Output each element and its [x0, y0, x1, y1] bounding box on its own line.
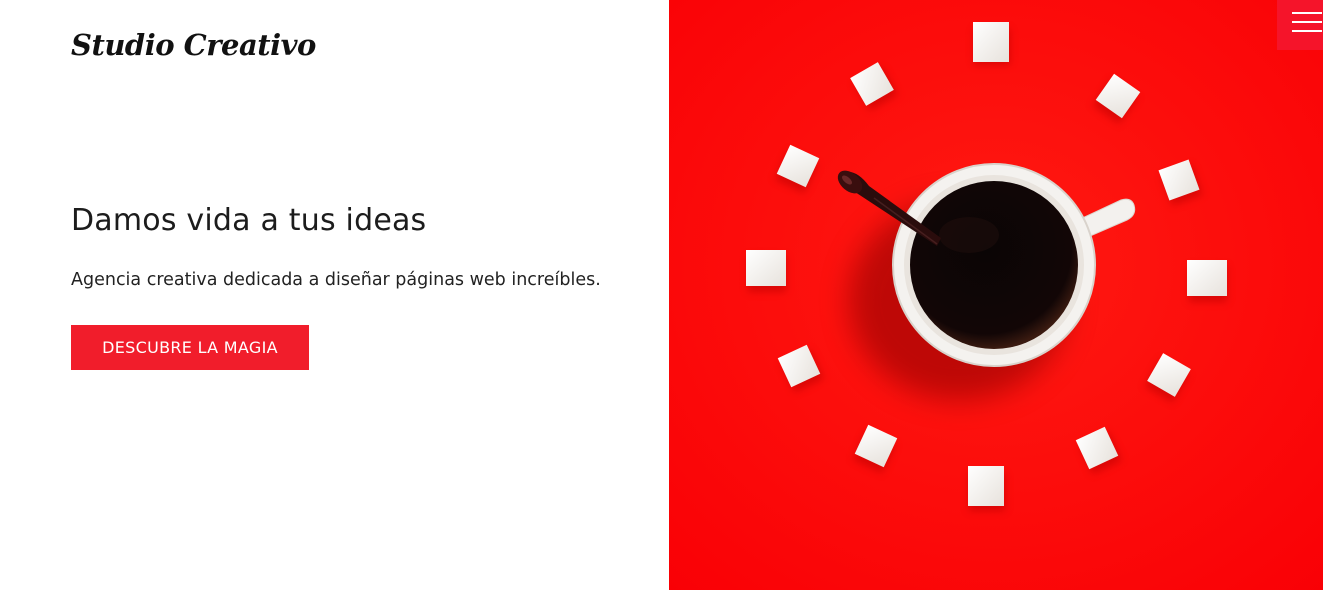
- hero-subtitle: Agencia creativa dedicada a diseñar pági…: [71, 270, 601, 290]
- hamburger-menu-icon[interactable]: [1277, 0, 1323, 50]
- discover-magic-button[interactable]: DESCUBRE LA MAGIA: [71, 325, 309, 370]
- menu-bar-middle: [1292, 21, 1322, 23]
- hero-headline: Damos vida a tus ideas: [71, 203, 427, 238]
- menu-bar-bottom: [1292, 30, 1322, 32]
- site-logo[interactable]: Studio Creativo: [71, 28, 316, 62]
- coffee-cup: [892, 163, 1096, 367]
- menu-bar-top: [1292, 12, 1322, 14]
- hero-left-panel: Studio Creativo Damos vida a tus ideas A…: [0, 0, 669, 590]
- hero-image: [669, 0, 1323, 590]
- coffee-clock-image: [669, 0, 1323, 590]
